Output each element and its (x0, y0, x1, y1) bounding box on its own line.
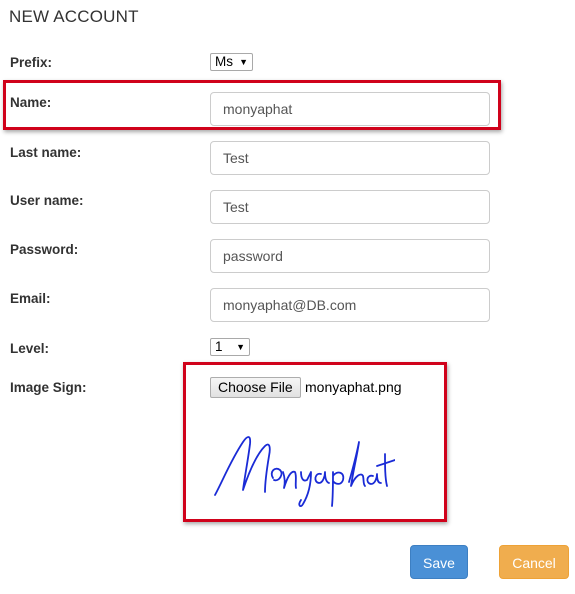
level-select[interactable]: 1 ▼ (210, 338, 250, 356)
prefix-label: Prefix: (10, 55, 53, 70)
last-name-label: Last name: (10, 145, 82, 160)
prefix-select-value: Ms (215, 54, 233, 69)
password-label: Password: (10, 242, 79, 257)
save-button[interactable]: Save (410, 545, 468, 579)
user-name-input[interactable]: Test (210, 190, 490, 224)
user-name-label: User name: (10, 193, 84, 208)
email-input[interactable]: monyaphat@DB.com (210, 288, 490, 322)
password-input[interactable]: password (210, 239, 490, 273)
name-input[interactable]: monyaphat (210, 92, 490, 126)
chosen-file-name: monyaphat.png (305, 379, 402, 395)
image-sign-label: Image Sign: (10, 380, 87, 395)
email-label: Email: (10, 291, 51, 306)
name-label: Name: (10, 95, 52, 110)
choose-file-button[interactable]: Choose File (210, 377, 301, 398)
last-name-input[interactable]: Test (210, 141, 490, 175)
cancel-button[interactable]: Cancel (499, 545, 569, 579)
caret-down-icon: ▼ (236, 342, 245, 352)
caret-down-icon: ▼ (239, 57, 248, 67)
level-label: Level: (10, 341, 50, 356)
level-select-value: 1 (215, 339, 223, 354)
prefix-select[interactable]: Ms ▼ (210, 53, 253, 71)
signature-image (214, 436, 395, 507)
page-title: NEW ACCOUNT (9, 7, 139, 26)
